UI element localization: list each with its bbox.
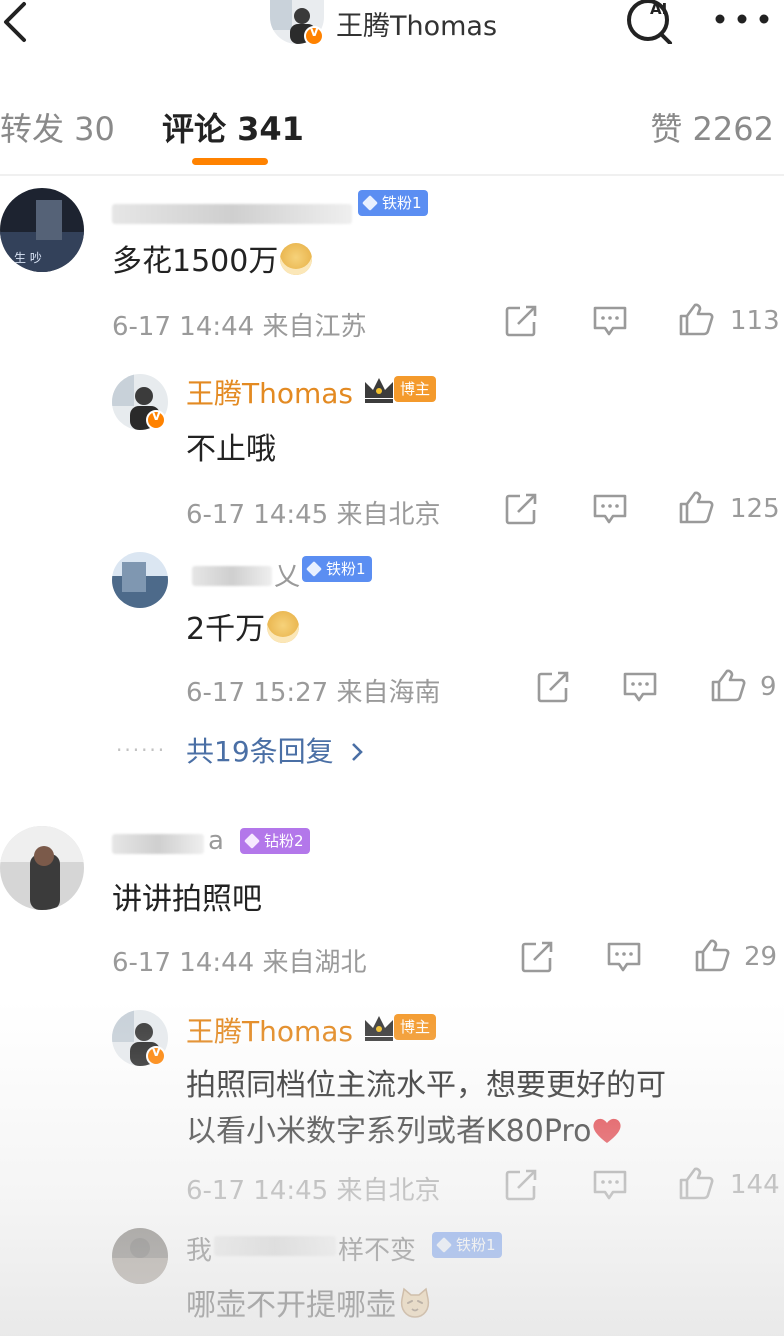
like-count: 29 [744,942,778,972]
blurred-username [112,834,204,854]
host-badge: 博主 [394,376,437,402]
more-icon [715,14,769,24]
doge-emoji [267,611,300,643]
like-count: 125 [730,494,780,524]
back-icon [4,2,26,42]
comment-icon[interactable] [622,670,658,704]
diamond-icon [244,833,260,849]
tab-repost[interactable]: 转发 30 [0,104,115,150]
host-badge: 博主 [394,1014,437,1040]
diamond-icon [436,1237,452,1253]
author-name[interactable]: 王腾Thomas [186,1010,353,1050]
reply-text: 哪壶不开提哪壶 [186,1280,432,1324]
diamond-icon [306,561,322,577]
like-count: 144 [730,1170,780,1200]
active-tab-indicator [192,158,268,165]
avatar[interactable] [0,826,84,910]
comment-meta: 6-17 14:44 来自湖北 [112,948,367,978]
username-fragment: 样不变 [338,1236,417,1266]
reply-text-line-2: 以看小米数字系列或者K80Pro [186,1106,623,1150]
like-icon[interactable] [678,490,714,524]
verified-icon [146,409,166,430]
blurred-username [192,566,272,586]
verified-icon [304,25,324,46]
chevron-right-icon [351,743,363,761]
share-icon[interactable] [504,304,540,338]
more-button[interactable] [712,4,772,34]
page-title: 王腾Thomas [336,11,498,42]
fan-badge: 铁粉1 [432,1232,502,1258]
username-fragment: a [208,826,224,856]
reply-meta: 6-17 15:27 来自海南 [186,678,441,708]
dots-divider: ······ [116,738,167,762]
crown-icon [365,1016,393,1041]
share-icon[interactable] [536,670,572,704]
avatar[interactable] [112,1228,168,1284]
share-icon[interactable] [504,492,540,526]
ai-search-button[interactable]: AI [622,0,680,45]
like-icon[interactable] [694,938,730,972]
like-icon[interactable] [710,668,746,702]
cat-emoji [400,1287,430,1318]
like-icon[interactable] [678,302,714,336]
fan-badge: 铁粉1 [302,556,372,582]
reply-meta: 6-17 14:45 来自北京 [186,500,441,530]
blurred-username [214,1236,336,1256]
like-count: 9 [760,672,777,702]
reply-text-line-1: 拍照同档位主流水平，想要更好的可 [186,1068,666,1103]
comment-icon[interactable] [606,940,642,974]
back-button[interactable] [0,0,40,44]
diamond-icon [362,195,378,211]
reply-meta: 6-17 14:45 来自北京 [186,1176,441,1206]
avatar[interactable]: 生 吵 [0,188,84,272]
reply-text: 不止哦 [186,432,276,467]
svg-text:生 吵: 生 吵 [14,251,42,265]
comment-text: 多花1500万 [112,236,313,280]
author-name[interactable]: 王腾Thomas [186,372,353,412]
blurred-username [112,204,352,224]
avatar[interactable] [112,552,168,608]
share-icon[interactable] [504,1168,540,1202]
fan-badge: 铁粉1 [358,190,428,216]
divider [0,174,784,176]
ai-search-icon: AI [627,0,672,45]
comment-meta: 6-17 14:44 来自江苏 [112,312,367,342]
username-fragment: 我 [186,1236,213,1266]
like-count: 113 [730,306,780,336]
heart-emoji [593,1118,622,1143]
doge-emoji [280,243,313,275]
verified-icon [146,1045,166,1066]
more-replies-link[interactable]: 共19条回复 [186,730,365,770]
tab-comments[interactable]: 评论 341 [162,104,304,150]
top-bar: 王腾Thomas AI [0,0,784,72]
tab-likes[interactable]: 赞 2262 [650,104,774,150]
share-icon[interactable] [520,940,556,974]
fan-badge: 钻粉2 [240,828,310,854]
like-icon[interactable] [678,1166,714,1200]
crown-icon [365,378,393,403]
reply-text: 2千万 [186,604,300,648]
comment-icon[interactable] [592,492,628,526]
username-fragment: 乂 [274,562,301,592]
comment-text: 讲讲拍照吧 [112,882,262,917]
svg-text:AI: AI [650,0,667,18]
comment-icon[interactable] [592,304,628,338]
comment-icon[interactable] [592,1168,628,1202]
